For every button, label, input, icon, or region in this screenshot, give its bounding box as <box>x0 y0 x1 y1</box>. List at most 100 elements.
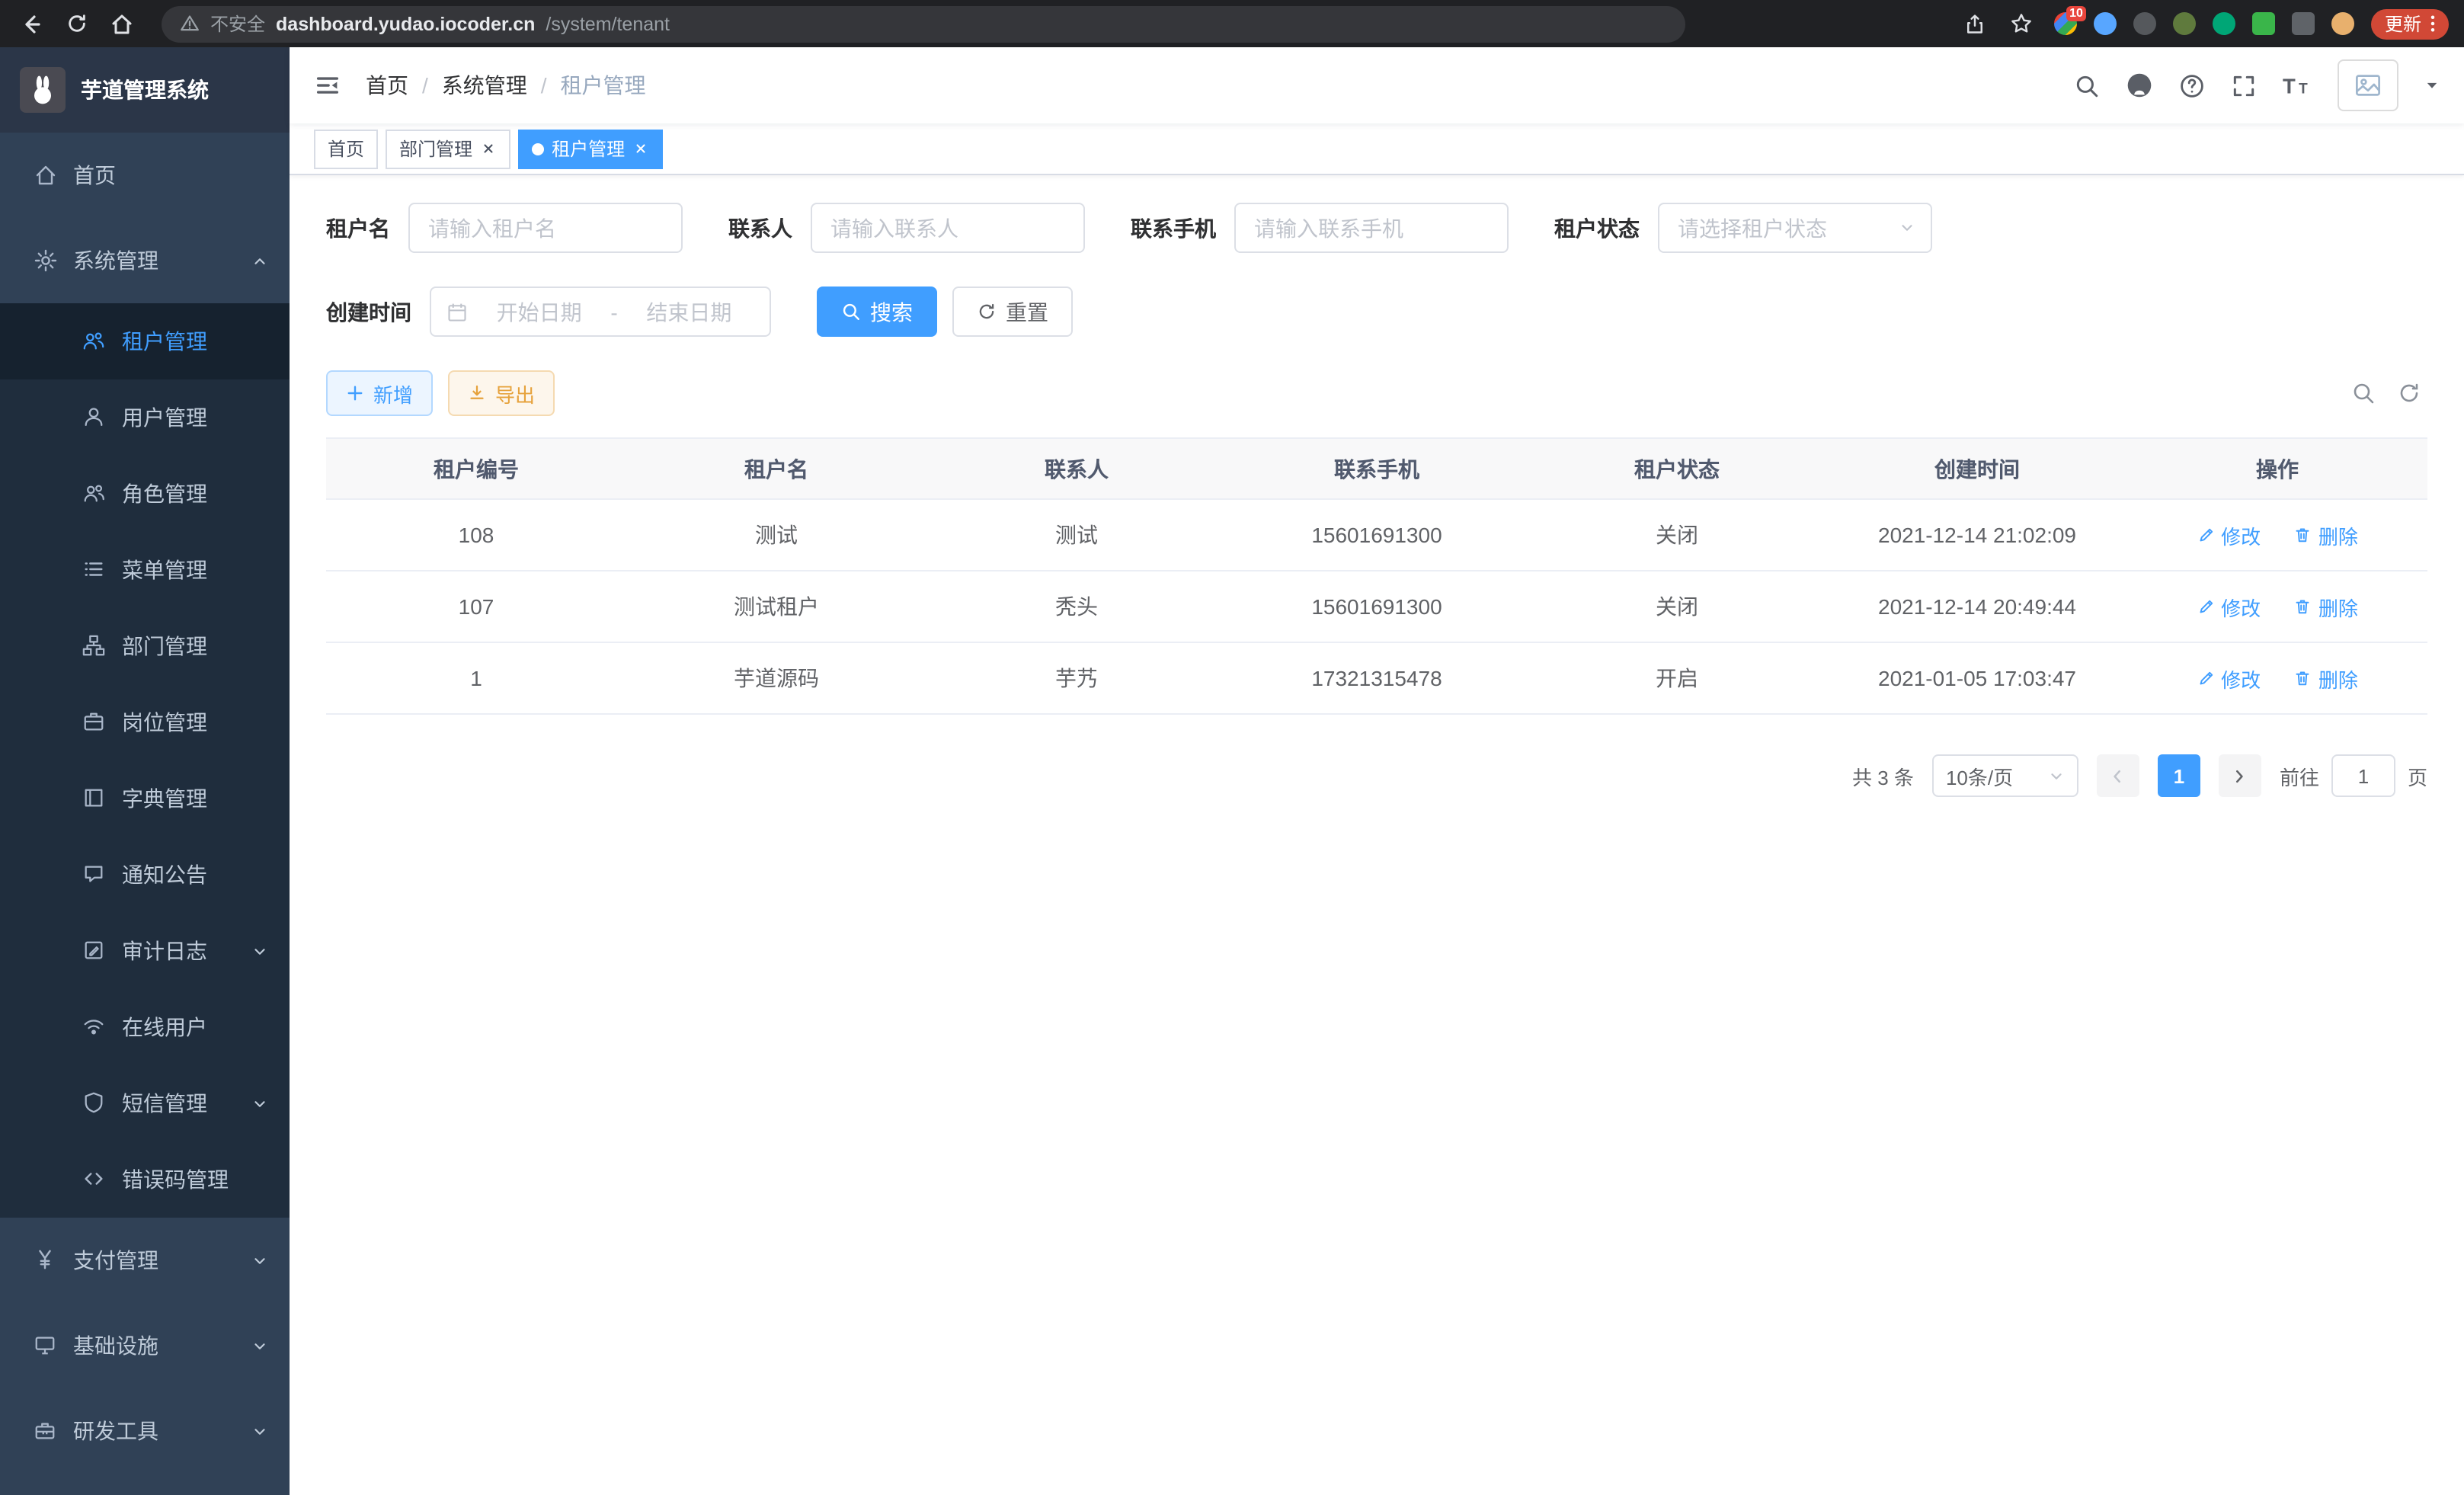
url-path: /system/tenant <box>546 13 670 34</box>
cell-created: 2021-01-05 17:03:47 <box>1827 642 2127 714</box>
page-content: 租户名 联系人 联系手机 租户状态 请选择租户状态 <box>290 175 2464 1495</box>
date-range-picker[interactable]: 开始日期 - 结束日期 <box>430 287 771 337</box>
start-date-placeholder: 开始日期 <box>474 296 604 327</box>
tenant-name-input[interactable] <box>408 203 683 253</box>
sidebar-item-errorcode-management[interactable]: 错误码管理 <box>0 1141 290 1218</box>
user-avatar[interactable] <box>2338 59 2398 111</box>
export-button[interactable]: 导出 <box>448 370 555 416</box>
goto-label: 前往 <box>2280 761 2319 790</box>
export-button-label: 导出 <box>495 379 535 408</box>
tag-dept-management[interactable]: 部门管理 <box>386 129 510 168</box>
edit-link[interactable]: 修改 <box>2197 520 2261 549</box>
goto-page-input[interactable] <box>2331 754 2395 797</box>
refresh-table-icon[interactable] <box>2397 381 2421 405</box>
sidebar-item-notice[interactable]: 通知公告 <box>0 837 290 913</box>
sidebar-item-tenant-management[interactable]: 租户管理 <box>0 303 290 379</box>
sidebar-item-dept-management[interactable]: 部门管理 <box>0 608 290 684</box>
extension-icon-5[interactable] <box>2213 12 2235 35</box>
sidebar-item-menu-management[interactable]: 菜单管理 <box>0 532 290 608</box>
browser-home-icon[interactable] <box>107 8 137 39</box>
toggle-search-icon[interactable] <box>2351 381 2376 405</box>
sidebar-item-home[interactable]: 首页 <box>0 133 290 218</box>
reset-button[interactable]: 重置 <box>952 287 1073 337</box>
table-row: 107 测试租户 秃头 15601691300 关闭 2021-12-14 20… <box>326 571 2427 642</box>
cell-tenant-name: 测试租户 <box>626 571 926 642</box>
navbar-right: TT <box>2074 59 2440 111</box>
cell-created: 2021-12-14 20:49:44 <box>1827 571 2127 642</box>
filter-phone: 联系手机 <box>1131 203 1509 253</box>
tag-label: 首页 <box>328 136 364 162</box>
sidebar-item-user-management[interactable]: 用户管理 <box>0 379 290 456</box>
contact-input[interactable] <box>811 203 1085 253</box>
add-button[interactable]: 新增 <box>326 370 433 416</box>
sidebar-fold-icon[interactable] <box>314 72 341 99</box>
menu-list-icon <box>82 558 107 582</box>
page-number-current[interactable]: 1 <box>2158 754 2200 797</box>
chevron-down-icon <box>251 1252 268 1269</box>
delete-link[interactable]: 删除 <box>2294 592 2358 621</box>
sidebar-item-audit-log[interactable]: 审计日志 <box>0 913 290 989</box>
sidebar-menu: 首页 系统管理 租户管理 用户管理 <box>0 133 290 1495</box>
help-icon[interactable] <box>2179 72 2205 98</box>
kebab-menu-icon <box>2430 14 2435 34</box>
cell-created: 2021-12-14 21:02:09 <box>1827 499 2127 571</box>
app-frame: 芋道管理系统 首页 系统管理 租户管理 <box>0 47 2464 1495</box>
extension-icon-4[interactable] <box>2173 12 2196 35</box>
range-separator: - <box>610 299 617 324</box>
browser-update-button[interactable]: 更新 <box>2371 8 2449 39</box>
browser-reload-icon[interactable] <box>61 8 91 39</box>
edit-link[interactable]: 修改 <box>2197 592 2261 621</box>
phone-input[interactable] <box>1234 203 1509 253</box>
sidebar-item-label: 字典管理 <box>122 783 207 814</box>
extension-icon-1[interactable]: 10 <box>2054 12 2077 35</box>
extension-icon-2[interactable] <box>2094 12 2117 35</box>
font-size-icon[interactable]: TT <box>2283 72 2312 98</box>
edit-link[interactable]: 修改 <box>2197 664 2261 693</box>
cell-tenant-id: 108 <box>326 499 626 571</box>
profile-avatar-icon[interactable] <box>2331 12 2354 35</box>
tag-label: 租户管理 <box>552 136 625 162</box>
app-logo[interactable]: 芋道管理系统 <box>0 47 290 133</box>
cell-status: 关闭 <box>1527 499 1827 571</box>
address-bar[interactable]: 不安全 dashboard.yudao.iocoder.cn /system/t… <box>162 5 1685 42</box>
sidebar-item-infrastructure[interactable]: 基础设施 <box>0 1303 290 1388</box>
status-select[interactable]: 请选择租户状态 <box>1658 203 1932 253</box>
share-icon[interactable] <box>1960 8 1990 39</box>
sidebar-item-post-management[interactable]: 岗位管理 <box>0 684 290 760</box>
tag-tenant-management[interactable]: 租户管理 <box>518 129 663 168</box>
toolbox-icon <box>34 1419 58 1443</box>
sidebar-item-sms-management[interactable]: 短信管理 <box>0 1065 290 1141</box>
tag-home[interactable]: 首页 <box>314 129 378 168</box>
browser-back-icon[interactable] <box>15 8 46 39</box>
sidebar-item-payment-management[interactable]: 支付管理 <box>0 1218 290 1303</box>
next-page-button[interactable] <box>2219 754 2261 797</box>
update-label: 更新 <box>2385 11 2421 37</box>
system-management-submenu: 租户管理 用户管理 角色管理 菜单管理 <box>0 303 290 1218</box>
tag-close-icon[interactable] <box>632 140 649 157</box>
fullscreen-icon[interactable] <box>2231 72 2257 98</box>
sidebar-item-online-users[interactable]: 在线用户 <box>0 989 290 1065</box>
delete-link[interactable]: 删除 <box>2294 520 2358 549</box>
sidebar-item-role-management[interactable]: 角色管理 <box>0 456 290 532</box>
sidebar-item-dict-management[interactable]: 字典管理 <box>0 760 290 837</box>
gear-icon <box>34 248 58 273</box>
bookmark-star-icon[interactable] <box>2007 8 2037 39</box>
security-warning-text[interactable]: 不安全 <box>210 11 265 37</box>
caret-down-icon[interactable] <box>2424 78 2440 93</box>
delete-link[interactable]: 删除 <box>2294 664 2358 693</box>
extension-icon-6[interactable] <box>2252 12 2275 35</box>
user-icon <box>82 405 107 430</box>
sidebar-item-dev-tools[interactable]: 研发工具 <box>0 1388 290 1474</box>
breadcrumb-home[interactable]: 首页 <box>366 70 408 101</box>
extension-icon-3[interactable] <box>2133 12 2156 35</box>
tag-close-icon[interactable] <box>480 140 497 157</box>
page-size-select[interactable]: 10条/页 <box>1932 754 2078 797</box>
search-button[interactable]: 搜索 <box>817 287 937 337</box>
sidebar-item-system-management[interactable]: 系统管理 <box>0 218 290 303</box>
sidebar-item-label: 基础设施 <box>73 1330 158 1361</box>
github-icon[interactable] <box>2126 72 2153 99</box>
extension-puzzle-icon[interactable] <box>2292 12 2315 35</box>
header-search-icon[interactable] <box>2074 72 2100 98</box>
prev-page-button[interactable] <box>2097 754 2139 797</box>
breadcrumb-system[interactable]: 系统管理 <box>442 70 527 101</box>
